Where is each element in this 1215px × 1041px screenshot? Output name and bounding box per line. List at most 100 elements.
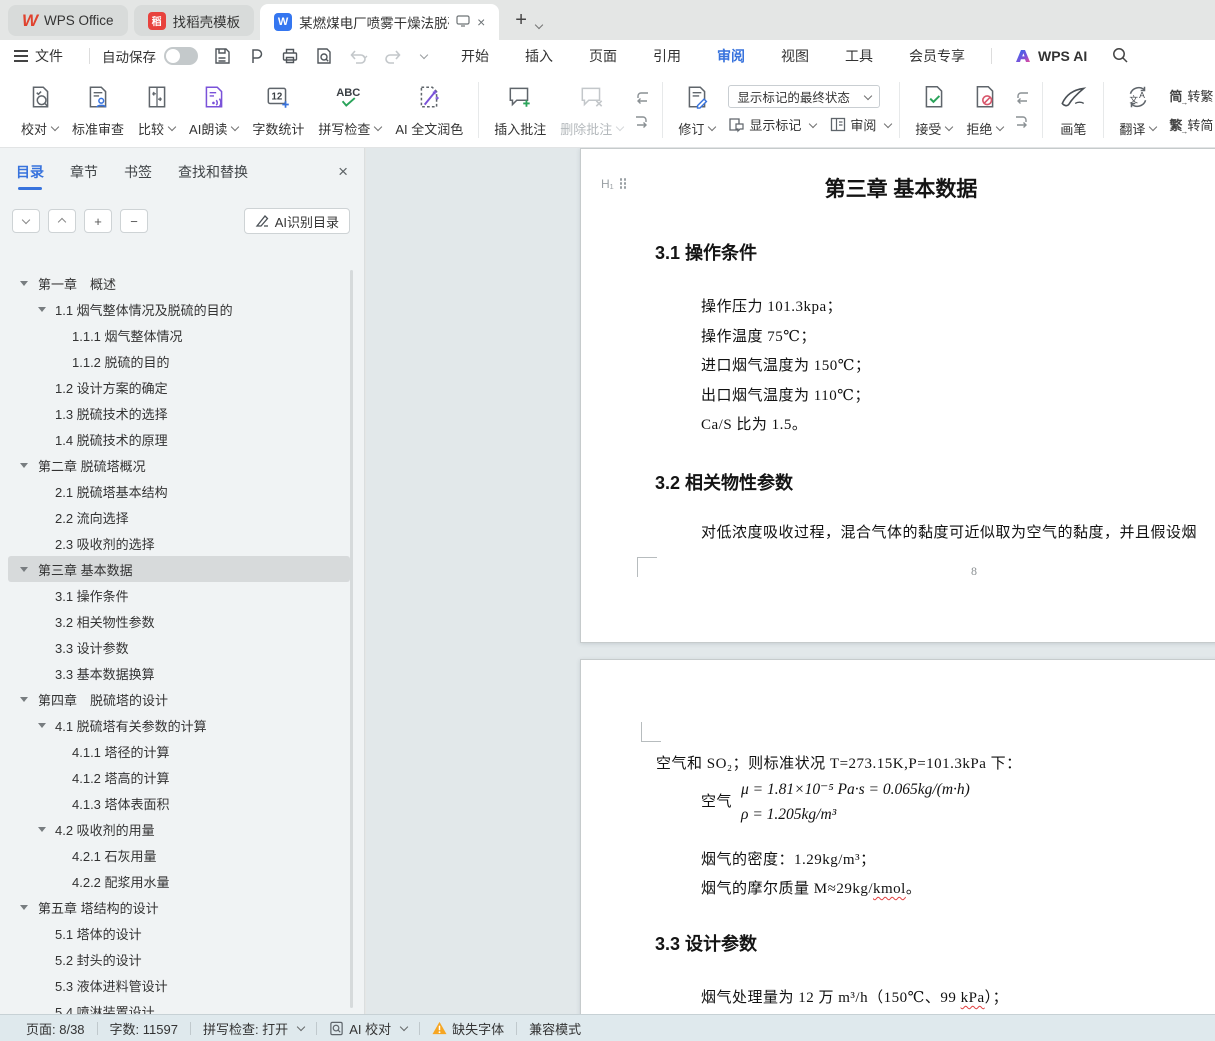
document-page-8[interactable]: H₁ 第三章 基本数据 3.1 操作条件 操作压力 101.3kpa； 操作温度 … — [580, 148, 1215, 643]
toc-item[interactable]: 3.3 设计参数 — [8, 634, 350, 660]
body-paragraphs[interactable]: 操作压力 101.3kpa； 操作温度 75℃； 进口烟气温度为 150℃； 出口烟气… — [701, 291, 871, 439]
collapse-arrow-icon[interactable] — [38, 306, 46, 312]
translate-button[interactable]: A文 翻译 — [1112, 80, 1163, 140]
body-paragraph[interactable]: 烟气的密度：1.29kg/m³； — [701, 848, 876, 869]
reject-button[interactable]: 拒绝 — [959, 80, 1010, 140]
new-tab-button[interactable]: + — [515, 9, 527, 32]
zoom-out-outline-button[interactable]: − — [120, 209, 148, 233]
toc-item[interactable]: 3.2 相关物性参数 — [8, 608, 350, 634]
toc-item[interactable]: 1.4 脱硫技术的原理 — [8, 426, 350, 452]
collapse-arrow-icon[interactable] — [38, 826, 46, 832]
body-line[interactable]: 出口烟气温度为 110℃； — [701, 380, 871, 410]
collapse-arrow-icon[interactable] — [38, 722, 46, 728]
toc-item[interactable]: 1.3 脱硫技术的选择 — [8, 400, 350, 426]
ai-recognize-toc-button[interactable]: AI识别目录 — [243, 208, 350, 234]
collapse-arrow-icon[interactable] — [20, 280, 28, 286]
toc-item[interactable]: 5.2 封头的设计 — [8, 946, 350, 972]
ai-read-button[interactable]: AI朗读 — [182, 80, 245, 140]
menu-tab-6[interactable]: 工具 — [831, 42, 887, 70]
toc-item[interactable]: 2.1 脱硫塔基本结构 — [8, 478, 350, 504]
expand-all-button[interactable] — [48, 209, 76, 233]
toc-item[interactable]: 1.2 设计方案的确定 — [8, 374, 350, 400]
compare-button[interactable]: 比较 — [131, 80, 182, 140]
toc-item[interactable]: 第五章 塔结构的设计 — [8, 894, 350, 920]
toc-item[interactable]: 4.1.3 塔体表面积 — [8, 790, 350, 816]
sidebar-tab-0[interactable]: 目录 — [16, 162, 44, 190]
tab-docer-templates[interactable]: 稻 找稻壳模板 — [133, 5, 255, 36]
menu-tab-3[interactable]: 引用 — [639, 42, 695, 70]
toc-item[interactable]: 第三章 基本数据 — [8, 556, 350, 582]
previous-change-icon[interactable] — [1013, 90, 1031, 106]
body-line[interactable]: 操作压力 101.3kpa； — [701, 291, 871, 321]
section-heading-3-1[interactable]: 3.1 操作条件 — [655, 239, 757, 265]
sidebar-tab-3[interactable]: 查找和替换 — [178, 162, 248, 182]
accept-button[interactable]: 接受 — [908, 80, 959, 140]
toc-item[interactable]: 4.2 吸收剂的用量 — [8, 816, 350, 842]
undo-icon[interactable] — [348, 47, 370, 65]
tab-wps-office[interactable]: W WPS Office — [8, 5, 128, 36]
close-tab-icon[interactable]: × — [477, 15, 485, 29]
toc-item[interactable]: 4.1.2 塔高的计算 — [8, 764, 350, 790]
toc-item[interactable]: 1.1 烟气整体情况及脱硫的目的 — [8, 296, 350, 322]
toc-item[interactable]: 1.1.1 烟气整体情况 — [8, 322, 350, 348]
autosave-toggle[interactable] — [164, 47, 198, 65]
spell-check-button[interactable]: ABC 拼写检查 — [311, 80, 388, 140]
document-canvas[interactable]: H₁ 第三章 基本数据 3.1 操作条件 操作压力 101.3kpa； 操作温度 … — [366, 148, 1215, 1014]
menu-tab-0[interactable]: 开始 — [447, 42, 503, 70]
collapse-arrow-icon[interactable] — [20, 904, 28, 910]
toc-item[interactable]: 3.1 操作条件 — [8, 582, 350, 608]
to-traditional-button[interactable]: 简 → 转繁 — [1169, 86, 1213, 107]
body-paragraph[interactable]: 空气和 SO₂；则标准状况 T=273.15K,P=101.3kPa 下： — [656, 752, 1022, 773]
collapse-all-button[interactable] — [12, 209, 40, 233]
next-change-icon[interactable] — [1013, 114, 1031, 130]
toc-item[interactable]: 4.2.2 配浆用水量 — [8, 868, 350, 894]
missing-font-warning[interactable]: 缺失字体 — [420, 1019, 516, 1038]
compatibility-mode-badge[interactable]: 兼容模式 — [517, 1019, 593, 1038]
toc-item[interactable]: 2.2 流向选择 — [8, 504, 350, 530]
chapter-title[interactable]: 第三章 基本数据 — [581, 173, 1215, 203]
menu-tab-7[interactable]: 会员专享 — [895, 42, 979, 70]
menu-tab-5[interactable]: 视图 — [767, 42, 823, 70]
body-line[interactable]: Ca/S 比为 1.5。 — [701, 409, 871, 439]
ink-pen-button[interactable]: 画笔 — [1051, 80, 1095, 140]
word-count-button[interactable]: 12 字数统计 — [245, 80, 311, 140]
redo-icon[interactable] — [384, 47, 402, 65]
markup-state-select[interactable]: 显示标记的最终状态 — [728, 85, 881, 108]
review-pane-button[interactable]: 审阅 — [830, 115, 893, 134]
tab-list-chevron-icon[interactable] — [534, 20, 544, 30]
formula-density[interactable]: ρ = 1.205kg/m³ — [741, 806, 836, 824]
air-label[interactable]: 空气 — [701, 790, 732, 811]
spellcheck-flagged-word[interactable]: kmol — [873, 881, 906, 897]
standard-review-button[interactable]: 标准审查 — [65, 80, 131, 140]
close-panel-icon[interactable]: × — [338, 162, 348, 182]
sidebar-tab-1[interactable]: 章节 — [70, 162, 98, 182]
track-changes-button[interactable]: 修订 — [671, 80, 722, 140]
zoom-in-outline-button[interactable]: + — [84, 209, 112, 233]
spellcheck-status[interactable]: 拼写检查: 打开 — [191, 1019, 316, 1038]
toc-item[interactable]: 第一章 概述 — [8, 270, 350, 296]
save-icon[interactable] — [212, 46, 232, 66]
quickbar-more-chevron-icon[interactable] — [419, 50, 429, 60]
roaming-window-icon[interactable] — [456, 15, 470, 29]
toc-item[interactable]: 4.1.1 塔径的计算 — [8, 738, 350, 764]
collapse-arrow-icon[interactable] — [20, 696, 28, 702]
export-pdf-icon[interactable] — [246, 46, 266, 66]
proofread-button[interactable]: 校对 — [14, 80, 65, 140]
formula-viscosity[interactable]: μ = 1.81×10⁻⁵ Pa·s = 0.065kg/(m·h) — [741, 780, 970, 799]
toc-item[interactable]: 5.4 喷淋装置设计 — [8, 998, 350, 1015]
toc-item[interactable]: 4.1 脱硫塔有关参数的计算 — [8, 712, 350, 738]
spellcheck-flagged-word[interactable]: kPa — [961, 990, 985, 1006]
toc-item[interactable]: 5.1 塔体的设计 — [8, 920, 350, 946]
body-paragraph[interactable]: 烟气处理量为 12 万 m³/h（150℃、99 kPa）； — [701, 986, 1008, 1007]
to-simplified-button[interactable]: 繁 → 转简 — [1169, 115, 1213, 136]
toc-item[interactable]: 4.2.1 石灰用量 — [8, 842, 350, 868]
menu-tab-1[interactable]: 插入 — [511, 42, 567, 70]
toc-item[interactable]: 5.3 液体进料管设计 — [8, 972, 350, 998]
next-comment-icon[interactable] — [633, 114, 651, 130]
wps-ai-button[interactable]: WPS AI — [1014, 48, 1087, 64]
ai-proofread-status[interactable]: AI 校对 — [317, 1019, 419, 1038]
toc-item[interactable]: 2.3 吸收剂的选择 — [8, 530, 350, 556]
print-icon[interactable] — [280, 46, 300, 66]
toc-item[interactable]: 3.3 基本数据换算 — [8, 660, 350, 686]
ai-polish-button[interactable]: AI 全文润色 — [388, 80, 470, 140]
